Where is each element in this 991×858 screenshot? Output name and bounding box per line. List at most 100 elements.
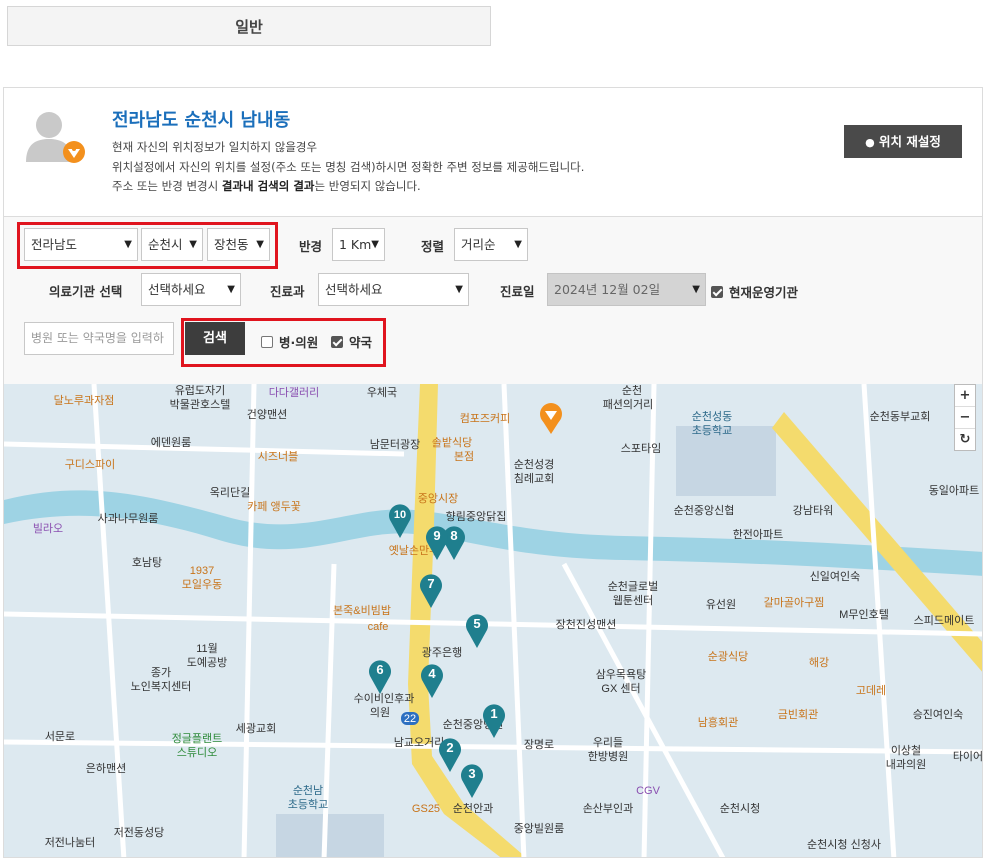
marker-number: 3 (468, 766, 475, 781)
map-label: 컴포즈커피 (460, 412, 511, 425)
marker-number: 2 (446, 740, 453, 755)
map-label: 에덴원룸 (151, 436, 191, 449)
map-label: 1937 (190, 565, 214, 577)
map-label: 우리들 (593, 736, 623, 749)
map-label: CGV (636, 785, 661, 797)
map-label: 남흥회관 (698, 715, 738, 729)
map-label: 본점 (454, 450, 474, 463)
institution-select[interactable]: 선택하세요 ▼ (141, 273, 241, 306)
map-label: 도예공방 (187, 656, 227, 669)
marker-number: 5 (473, 616, 480, 631)
map-label: 남교오거리 (394, 736, 445, 749)
map-label: 빌라오 (33, 522, 63, 535)
desc-line-1: 현재 자신의 위치정보가 일치하지 않을경우 (112, 140, 318, 154)
map-label: 침례교회 (514, 472, 554, 485)
map-label: 순천글로벌 (608, 579, 659, 593)
desc-line-3-pre: 주소 또는 반경 변경시 (112, 179, 222, 193)
sort-label: 정렬 (421, 239, 445, 254)
tab-general[interactable]: 일반 (7, 6, 491, 46)
map-label: 달노루과자점 (54, 394, 115, 407)
open-now-checkbox-box[interactable] (711, 285, 723, 298)
map-label: 모일우동 (182, 577, 222, 591)
department-label: 진료과 (270, 284, 305, 299)
map-label: 정글플랜트 (172, 732, 223, 745)
zoom-out-button[interactable]: − (955, 407, 975, 429)
province-select[interactable]: 전라남도 ▼ (24, 228, 138, 261)
map-label: 22 (404, 713, 416, 725)
department-value: 선택하세요 (325, 282, 383, 297)
map-canvas[interactable]: 우체국 다다갤러리 유럽도자기박물관호스텔 달노루과자점건양맨션 순천패션의거리순천성동… (4, 384, 982, 857)
marker-number: 4 (428, 666, 436, 681)
chevron-down-icon: ▼ (227, 284, 235, 295)
chevron-down-icon: ▼ (514, 239, 522, 250)
reset-location-button[interactable]: ● 위치 재설정 (844, 125, 962, 158)
sort-value: 거리순 (461, 237, 496, 252)
chevron-down-icon: ▼ (455, 284, 463, 295)
map-label: 순천시청 (720, 801, 760, 815)
map-label: 저전나눔터 (45, 836, 96, 849)
location-info: 전라남도 순천시 남내동 현재 자신의 위치정보가 일치하지 않을경우 위치설정… (4, 88, 982, 216)
reset-location-label: 위치 재설정 (879, 134, 941, 149)
map-label: 순천시청 신청사 (807, 837, 881, 851)
map-view[interactable]: 우체국 다다갤러리 유럽도자기 박물관호스텔 달노루과자점 건양맨션 순천 패션의거리 순천성동… (4, 384, 982, 857)
map-label: 초등학교 (288, 798, 328, 811)
map-label: 한전아파트 (733, 528, 784, 541)
map-label: 순천성경 (514, 457, 554, 471)
pharmacy-checkbox-box[interactable] (331, 335, 343, 348)
map-label: 카페 앵두꽃 (247, 500, 301, 513)
reset-map-button[interactable]: ↻ (955, 429, 975, 450)
zoom-in-button[interactable]: + (955, 385, 975, 407)
map-label: 종가 (151, 666, 171, 679)
map-label: 옥리단길 (210, 486, 250, 499)
map-label: 금빈회관 (778, 708, 818, 721)
date-select[interactable]: 2024년 12월 02일 ▼ (547, 273, 706, 306)
map-label: 순천중앙신협 (674, 503, 735, 517)
hospital-checkbox[interactable]: 병·의원 (261, 332, 318, 351)
chevron-down-icon: ▼ (124, 239, 132, 250)
map-label: 초등학교 (692, 424, 732, 437)
map-label: 본죽&비빔밥 (333, 604, 391, 617)
map-label: 웹툰센터 (613, 594, 653, 607)
map-label: 신일여인숙 (810, 569, 861, 583)
map-label: 스튜디오 (177, 746, 217, 759)
chevron-down-icon: ▼ (371, 239, 379, 250)
map-label: GS25 (412, 803, 440, 815)
location-title: 전라남도 순천시 남내동 (112, 110, 291, 131)
open-now-checkbox[interactable]: 현재운영기관 (711, 282, 798, 301)
institution-label: 의료기관 선택 (49, 284, 123, 299)
hospital-checkbox-box[interactable] (261, 335, 273, 348)
map-label: 수이비인후과 (354, 692, 415, 705)
date-label: 진료일 (500, 284, 535, 299)
department-select[interactable]: 선택하세요 ▼ (318, 273, 469, 306)
map-label: 시즈너블 (258, 450, 298, 463)
marker-number: 6 (376, 662, 383, 677)
tab-bar: 일반 지도 (7, 6, 979, 342)
district-select[interactable]: 장천동 ▼ (207, 228, 270, 261)
institution-value: 선택하세요 (148, 282, 206, 297)
map-label: 유선원 (706, 598, 736, 611)
pharmacy-checkbox[interactable]: 약국 (331, 332, 372, 351)
radius-label: 반경 (299, 239, 323, 254)
city-select[interactable]: 순천시 ▼ (141, 228, 203, 261)
date-value: 2024년 12월 02일 (554, 282, 661, 297)
sort-select[interactable]: 거리순 ▼ (454, 228, 528, 261)
map-label: 사과나무원룸 (98, 512, 159, 525)
map-label: 박물관호스텔 (170, 398, 231, 411)
marker-number: 8 (450, 528, 457, 543)
search-button[interactable]: 검색 (185, 322, 245, 355)
open-now-label: 현재운영기관 (729, 285, 799, 300)
marker-number: 7 (427, 576, 434, 591)
radius-select[interactable]: 1 Km ▼ (332, 228, 385, 261)
map-label: 다다갤러리 (269, 386, 320, 399)
map-label: 순천성동 (692, 409, 732, 423)
map-label: 순천동부교회 (870, 409, 931, 423)
map-label: 타이어 (953, 750, 982, 763)
radius-value: 1 Km (339, 237, 372, 252)
map-label: 우체국 (367, 386, 397, 399)
map-label: 패션의거리 (603, 398, 654, 411)
hospital-label: 병·의원 (279, 335, 319, 350)
province-value: 전라남도 (31, 237, 78, 252)
search-input[interactable]: 병원 또는 약국명을 입력하 (24, 322, 174, 355)
map-label: 건양맨션 (247, 408, 287, 421)
location-description: 현재 자신의 위치정보가 일치하지 않을경우 위치설정에서 자신의 위치를 설정… (112, 138, 584, 197)
